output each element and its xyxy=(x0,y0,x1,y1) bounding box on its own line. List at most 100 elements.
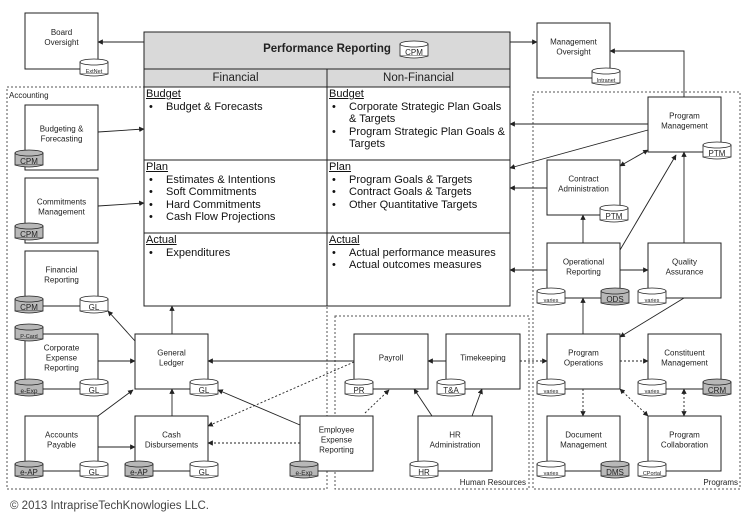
flow-arrow xyxy=(97,200,145,207)
node-label: Budgeting & xyxy=(40,125,84,134)
column-financial: Financial xyxy=(212,72,259,84)
list-item: Soft Commitments xyxy=(146,186,324,199)
database-label: GL xyxy=(89,468,100,477)
database-icon: P-Card xyxy=(14,323,44,342)
node-label: Employee xyxy=(319,426,355,435)
group-label: Accounting xyxy=(9,91,49,100)
database-icon: varies xyxy=(637,378,667,397)
list-item: Cash Flow Projections xyxy=(146,211,324,224)
copyright: © 2013 IntrapriseTechKnowlogies LLC. xyxy=(10,500,209,512)
node-label: Forecasting xyxy=(41,135,83,144)
database-label: e-AP xyxy=(20,468,38,477)
node-label: Program xyxy=(669,112,700,121)
database-label: Intranet xyxy=(597,78,616,84)
node-label: Management xyxy=(38,208,85,217)
database-icon: PTM xyxy=(702,141,732,160)
node-label: Program xyxy=(568,349,599,358)
database-icon: varies xyxy=(536,287,566,306)
node-label: Document xyxy=(565,431,602,440)
cell-non-financial-budget: BudgetCorporate Strategic Plan Goals & T… xyxy=(329,88,507,151)
list-item: Other Quantitative Targets xyxy=(329,199,507,212)
cell-list: Expenditures xyxy=(146,247,324,260)
cell-list: Budget & Forecasts xyxy=(146,101,324,114)
node-label: General xyxy=(157,349,186,358)
database-label: varies xyxy=(544,389,559,395)
cell-heading: Budget xyxy=(146,88,181,100)
database-icon: T&A xyxy=(436,378,466,397)
flow-arrow xyxy=(609,48,685,97)
node-label: Oversight xyxy=(44,38,79,47)
database-label: HR xyxy=(418,468,430,477)
cell-financial-budget: BudgetBudget & Forecasts xyxy=(146,88,324,113)
node-label: Expense xyxy=(321,436,353,445)
node-label: Assurance xyxy=(666,268,704,277)
flow-arrow xyxy=(619,154,677,251)
node-label: Ledger xyxy=(159,359,184,368)
node-label: Management xyxy=(661,359,708,368)
list-item: Hard Commitments xyxy=(146,199,324,212)
database-label: GL xyxy=(199,386,210,395)
database-label: varies xyxy=(645,389,660,395)
database-icon: PR xyxy=(344,378,374,397)
database-label: ODS xyxy=(606,295,623,304)
list-item: Program Strategic Plan Goals & Targets xyxy=(329,126,507,151)
node-label: Payable xyxy=(47,441,76,450)
group-label: Programs xyxy=(703,478,738,487)
database-icon: CPortal xyxy=(637,460,667,479)
diagram: Accounting Human Resources Programs CPM Boar… xyxy=(0,0,750,529)
cell-heading: Actual xyxy=(329,234,360,246)
database-icon: ODS xyxy=(600,287,630,306)
cell-list: Program Goals & TargetsContract Goals & … xyxy=(329,174,507,212)
database-label: CPM xyxy=(20,230,38,239)
database-icon: CRM xyxy=(702,378,732,397)
node-label: Accounts xyxy=(45,431,78,440)
cell-financial-plan: PlanEstimates & IntentionsSoft Commitmen… xyxy=(146,161,324,224)
flow-arrow xyxy=(97,126,145,133)
database-icon: GL xyxy=(189,378,219,397)
list-item: Actual outcomes measures xyxy=(329,259,507,272)
node-label: Collaboration xyxy=(661,441,708,450)
database-label: e-Exp xyxy=(21,388,38,395)
node-label: Cash xyxy=(162,431,181,440)
cell-financial-actual: ActualExpenditures xyxy=(146,234,324,259)
node-label: Oversight xyxy=(556,48,591,57)
list-item: Actual performance measures xyxy=(329,247,507,260)
database-icon: CPM xyxy=(14,222,44,241)
node-label: Program xyxy=(669,431,700,440)
database-label: CPM xyxy=(20,303,38,312)
node-label: Corporate xyxy=(44,344,80,353)
database-label: e-Exp xyxy=(296,470,313,477)
database-icon: PTM xyxy=(599,204,629,223)
database-icon: CPM xyxy=(14,149,44,168)
node-label: Financial xyxy=(45,266,77,275)
database-icon: GL xyxy=(189,460,219,479)
database-label: varies xyxy=(544,471,559,477)
database-label: PR xyxy=(353,386,364,395)
database-icon: HR xyxy=(409,460,439,479)
database-icon: Intranet xyxy=(591,67,621,86)
node-label: Management xyxy=(560,441,607,450)
database-label: CPM xyxy=(20,157,38,166)
node-label: Administration xyxy=(430,441,481,450)
node-label: Management xyxy=(661,122,708,131)
flow-arrow xyxy=(217,389,301,426)
database-label: PTM xyxy=(606,212,623,221)
database-label: varies xyxy=(645,298,660,304)
node-label: Expense xyxy=(46,354,78,363)
column-non-financial: Non-Financial xyxy=(383,72,454,84)
flow-arrow xyxy=(619,149,649,167)
flow-arrow xyxy=(471,388,483,417)
node-label: Quality xyxy=(672,258,697,267)
group-label: Human Resources xyxy=(460,478,526,487)
node-label: Constituent xyxy=(664,349,705,358)
database-label: GL xyxy=(89,303,100,312)
node-label: Management xyxy=(550,38,597,47)
database-icon: e-Exp xyxy=(14,378,44,397)
database-label: CPortal xyxy=(643,471,661,477)
node-label: Commitments xyxy=(37,198,86,207)
performance-reporting-title: Performance Reporting xyxy=(263,43,391,55)
database-icon: GL xyxy=(79,378,109,397)
database-icon: e-AP xyxy=(124,460,154,479)
node-label: Reporting xyxy=(319,446,354,455)
node-label: Board xyxy=(51,28,72,37)
